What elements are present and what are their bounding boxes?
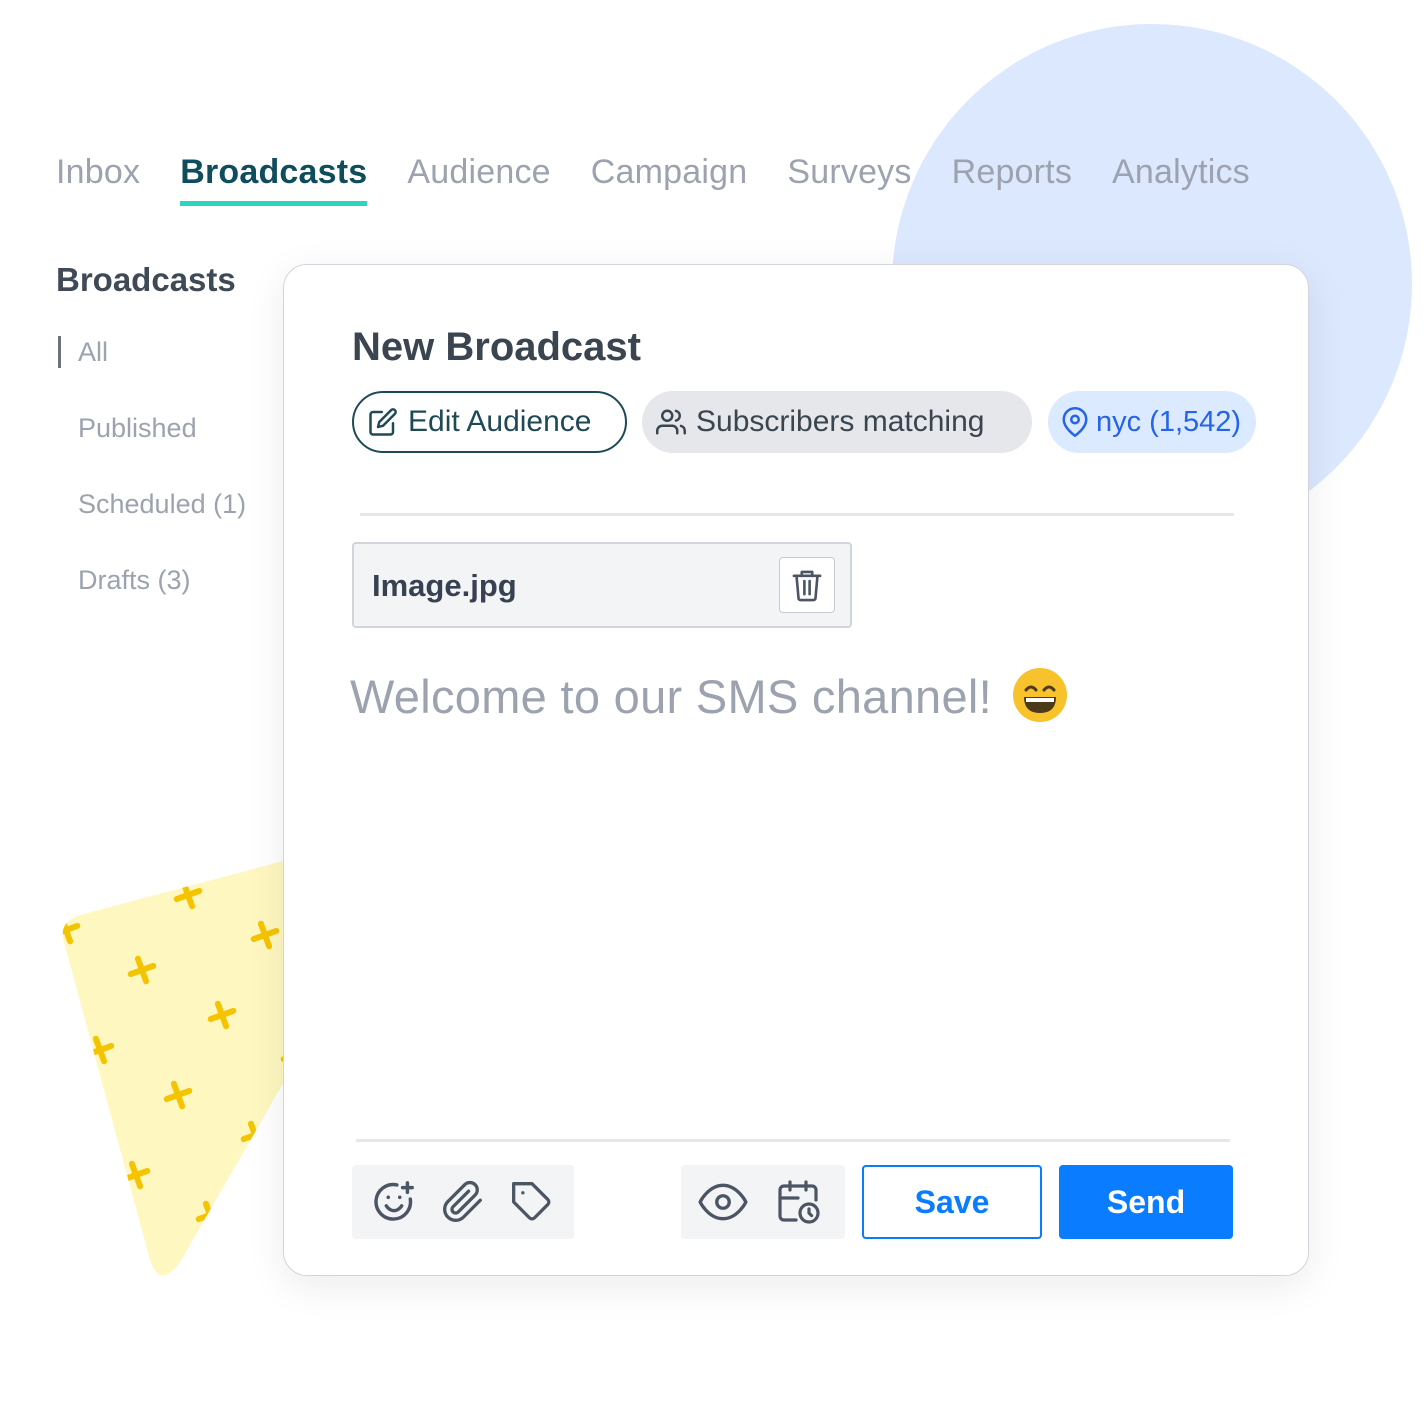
- segment-label: nyc (1,542): [1096, 405, 1242, 438]
- page-title: New Broadcast: [352, 325, 641, 369]
- tab-surveys[interactable]: Surveys: [787, 148, 911, 206]
- tab-reports[interactable]: Reports: [952, 148, 1072, 206]
- attachment-item: Image.jpg: [352, 542, 852, 628]
- paperclip-icon: [443, 1180, 482, 1222]
- eye-icon: [697, 1183, 748, 1221]
- preview-schedule-tools: [681, 1165, 845, 1239]
- tab-audience[interactable]: Audience: [407, 148, 550, 206]
- message-text: Welcome to our SMS channel!: [350, 670, 993, 723]
- tab-campaign[interactable]: Campaign: [591, 148, 748, 206]
- subscribers-matching-chip: Subscribers matching: [642, 391, 1032, 453]
- users-icon: [656, 409, 686, 435]
- schedule-button[interactable]: [770, 1172, 825, 1232]
- preview-button[interactable]: [695, 1172, 750, 1232]
- sidebar-title: Broadcasts: [56, 261, 236, 298]
- edit-audience-button[interactable]: Edit Audience: [352, 391, 627, 453]
- attachment-name: Image.jpg: [372, 568, 517, 603]
- sidebar-items: All Published Scheduled (1) Drafts (3): [56, 334, 276, 598]
- edit-audience-label: Edit Audience: [408, 405, 592, 438]
- calendar-clock-icon: [777, 1180, 820, 1224]
- edit-icon: [369, 408, 397, 436]
- subscribers-matching-label: Subscribers matching: [696, 405, 985, 438]
- trash-icon: [792, 570, 822, 602]
- grinning-face-emoji-icon: [1013, 668, 1068, 722]
- message-input[interactable]: Welcome to our SMS channel!: [350, 665, 1230, 1125]
- compose-tools: [352, 1165, 574, 1239]
- divider: [356, 1139, 1230, 1142]
- sidebar-item-published[interactable]: Published: [56, 410, 276, 446]
- divider: [360, 513, 1234, 516]
- send-button[interactable]: Send: [1059, 1165, 1233, 1239]
- top-navigation: Inbox Broadcasts Audience Campaign Surve…: [56, 148, 1290, 208]
- tab-broadcasts[interactable]: Broadcasts: [180, 148, 368, 206]
- tab-inbox[interactable]: Inbox: [56, 148, 140, 206]
- sidebar-item-all[interactable]: All: [56, 334, 276, 370]
- add-tag-button[interactable]: [505, 1172, 560, 1232]
- add-emoji-icon: [373, 1181, 414, 1221]
- map-pin-icon: [1062, 407, 1088, 437]
- segment-chip[interactable]: nyc (1,542): [1048, 391, 1256, 453]
- attach-file-button[interactable]: [435, 1172, 490, 1232]
- sidebar-item-scheduled[interactable]: Scheduled (1): [56, 486, 276, 522]
- sidebar: Broadcasts All Published Scheduled (1) D…: [56, 258, 276, 638]
- tab-analytics[interactable]: Analytics: [1112, 148, 1250, 206]
- sidebar-item-drafts[interactable]: Drafts (3): [56, 562, 276, 598]
- add-emoji-button[interactable]: [366, 1172, 421, 1232]
- save-button[interactable]: Save: [862, 1165, 1042, 1239]
- delete-attachment-button[interactable]: [779, 557, 835, 613]
- new-broadcast-card: New Broadcast Edit Audience Subscribers …: [283, 264, 1309, 1276]
- tag-icon: [512, 1182, 551, 1221]
